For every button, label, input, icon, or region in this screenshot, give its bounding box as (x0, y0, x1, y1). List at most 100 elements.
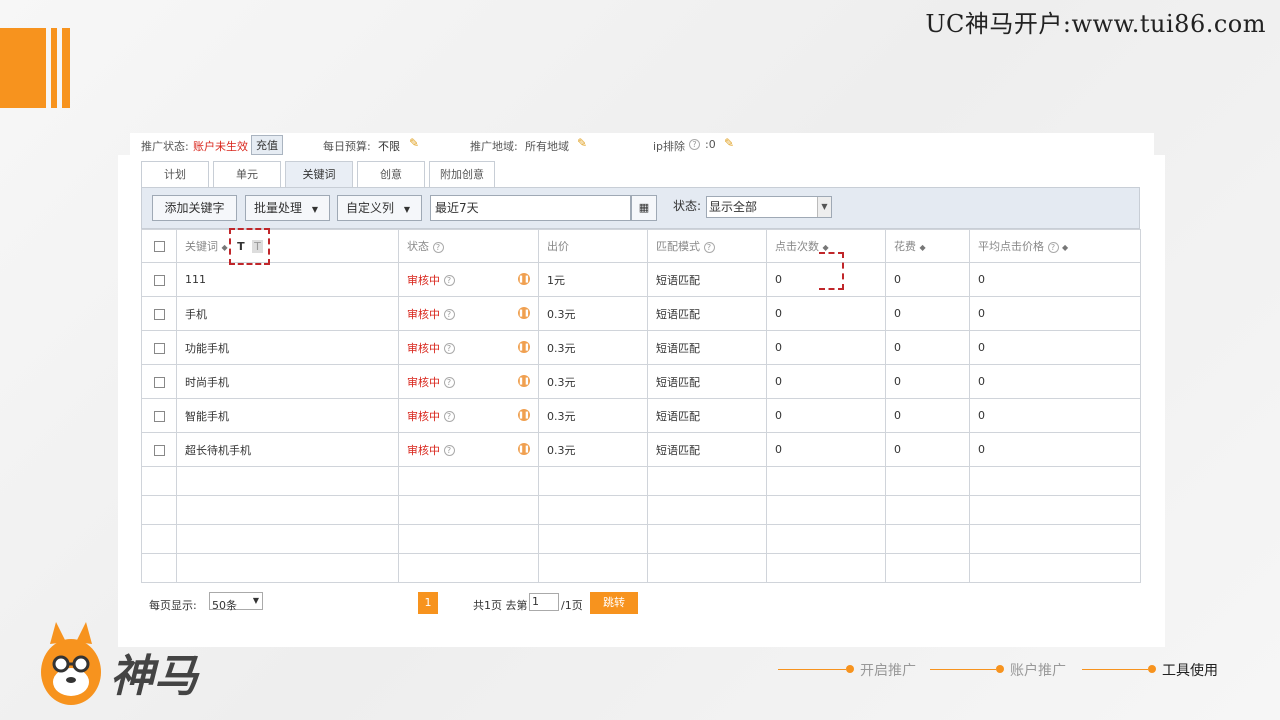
row-select-cell (141, 330, 177, 365)
keyword-cell[interactable]: 111 (176, 262, 399, 297)
row-checkbox[interactable] (153, 410, 165, 422)
bid-cell[interactable]: 0.3元 (538, 330, 648, 365)
table-row: 手机 审核中 ? ❚❚ 0.3元 短语匹配 0 0 0 (141, 296, 1141, 331)
tab-unit[interactable]: 单元 (213, 161, 281, 187)
custom-columns-button[interactable]: 自定义列 ▼ (337, 195, 422, 221)
tab-plan[interactable]: 计划 (141, 161, 209, 187)
match-cell[interactable]: 短语匹配 (647, 432, 767, 467)
nav-item-start-promo[interactable]: 开启推广 (860, 660, 916, 680)
edit-region-icon[interactable]: ✎ (577, 136, 587, 150)
bid-cell[interactable]: 0.3元 (538, 296, 648, 331)
bid-cell[interactable]: 0.3元 (538, 364, 648, 399)
help-icon[interactable]: ? (443, 275, 455, 286)
col-avg-cpc-label: 平均点击价格 (978, 240, 1044, 253)
region-value: 所有地域 (525, 140, 569, 153)
clicks-cell: 0 (766, 398, 886, 433)
match-cell[interactable]: 短语匹配 (647, 364, 767, 399)
bid-cell[interactable]: 0.3元 (538, 432, 648, 467)
page-number-current[interactable]: 1 (418, 592, 438, 614)
chevron-down-icon: ▼ (311, 205, 318, 214)
help-icon[interactable]: ? (703, 241, 715, 253)
help-icon[interactable]: ? (689, 139, 700, 150)
pause-icon[interactable]: ❚❚ (518, 374, 530, 387)
select-all-cell (141, 229, 177, 263)
nav-item-tool-use[interactable]: 工具使用 (1162, 660, 1218, 680)
bid-cell[interactable]: 0.3元 (538, 398, 648, 433)
help-icon[interactable]: ? (443, 343, 455, 354)
sort-icon[interactable]: ◆ (222, 243, 228, 252)
match-cell[interactable]: 短语匹配 (647, 262, 767, 297)
table-row: 超长待机手机 审核中 ? ❚❚ 0.3元 短语匹配 0 0 0 (141, 432, 1141, 467)
help-icon[interactable]: ? (443, 445, 455, 456)
keyword-cell[interactable]: 功能手机 (176, 330, 399, 365)
pause-icon[interactable]: ❚❚ (518, 306, 530, 319)
row-select-cell (141, 398, 177, 433)
keyword-cell[interactable]: 手机 (176, 296, 399, 331)
add-keyword-button[interactable]: 添加关键字 (152, 195, 237, 221)
help-icon[interactable]: ? (432, 241, 444, 253)
edit-ip-icon[interactable]: ✎ (724, 136, 734, 150)
row-select-cell (141, 262, 177, 297)
nav-item-account-promo[interactable]: 账户推广 (1010, 660, 1066, 680)
avg-cpc-cell: 0 (969, 364, 1141, 399)
daily-budget-label: 每日预算: (323, 140, 371, 153)
keyword-table: 关键词 ◆ T T 状态 ? 出价 匹配模式 ? 点击次数 ◆ 花费 ◆ 平均点… (141, 229, 1141, 583)
pause-icon[interactable]: ❚❚ (518, 442, 530, 455)
col-cost[interactable]: 花费 ◆ (885, 229, 970, 263)
select-all-checkbox[interactable] (153, 241, 165, 252)
status-text: 审核中 (407, 307, 440, 321)
nav-dot (846, 665, 854, 673)
avg-cpc-cell: 0 (969, 262, 1141, 297)
match-cell[interactable]: 短语匹配 (647, 330, 767, 365)
per-page-label: 每页显示: (149, 599, 197, 612)
avg-cpc-cell: 0 (969, 330, 1141, 365)
status-cell: 审核中 ? ❚❚ (398, 330, 539, 365)
goto-page-input[interactable]: 1 (529, 593, 559, 611)
status-filter-select[interactable]: 显示全部 ▼ (706, 196, 832, 218)
empty-row (141, 524, 1141, 554)
status-cell: 审核中 ? ❚❚ (398, 398, 539, 433)
batch-button[interactable]: 批量处理 ▼ (245, 195, 330, 221)
per-page-value: 50条 (212, 599, 237, 612)
status-cell: 审核中 ? ❚❚ (398, 262, 539, 297)
row-checkbox[interactable] (153, 308, 165, 320)
keyword-cell[interactable]: 时尚手机 (176, 364, 399, 399)
help-icon[interactable]: ? (1047, 241, 1059, 253)
row-checkbox[interactable] (153, 444, 165, 456)
nav-dot (996, 665, 1004, 673)
row-checkbox[interactable] (153, 342, 165, 354)
bottom-nav: 开启推广 账户推广 工具使用 (778, 660, 1238, 680)
col-avg-cpc[interactable]: 平均点击价格 ? ◆ (969, 229, 1141, 263)
help-icon[interactable]: ? (443, 309, 455, 320)
keyword-cell[interactable]: 智能手机 (176, 398, 399, 433)
ip-exclude-label: ip排除 (653, 140, 686, 153)
sort-icon[interactable]: ◆ (823, 243, 829, 252)
sort-icon[interactable]: ◆ (920, 243, 926, 252)
help-icon[interactable]: ? (443, 377, 455, 388)
table-row: 智能手机 审核中 ? ❚❚ 0.3元 短语匹配 0 0 0 (141, 398, 1141, 433)
calendar-icon[interactable]: ▦ (631, 195, 657, 221)
chevron-down-icon: ▼ (252, 596, 259, 605)
recharge-button[interactable]: 充值 (251, 135, 283, 155)
per-page-select[interactable]: 50条 ▼ (209, 592, 263, 612)
promo-status-value: 账户未生效 (193, 140, 248, 153)
help-icon[interactable]: ? (443, 411, 455, 422)
keyword-cell[interactable]: 超长待机手机 (176, 432, 399, 467)
row-checkbox[interactable] (153, 274, 165, 286)
jump-button[interactable]: 跳转 (590, 592, 638, 614)
col-keyword[interactable]: 关键词 ◆ T T (176, 229, 399, 263)
bid-cell[interactable]: 1元 (538, 262, 648, 297)
edit-budget-icon[interactable]: ✎ (409, 136, 419, 150)
clicks-cell: 0 (766, 364, 886, 399)
tab-extra-creative[interactable]: 附加创意 (429, 161, 495, 187)
tab-keyword[interactable]: 关键词 (285, 161, 353, 187)
row-checkbox[interactable] (153, 376, 165, 388)
pause-icon[interactable]: ❚❚ (518, 340, 530, 353)
pause-icon[interactable]: ❚❚ (518, 408, 530, 421)
match-cell[interactable]: 短语匹配 (647, 398, 767, 433)
sort-icon[interactable]: ◆ (1062, 243, 1068, 252)
match-cell[interactable]: 短语匹配 (647, 296, 767, 331)
date-range-input[interactable]: 最近7天 (430, 195, 631, 221)
tab-creative[interactable]: 创意 (357, 161, 425, 187)
pause-icon[interactable]: ❚❚ (518, 272, 530, 285)
